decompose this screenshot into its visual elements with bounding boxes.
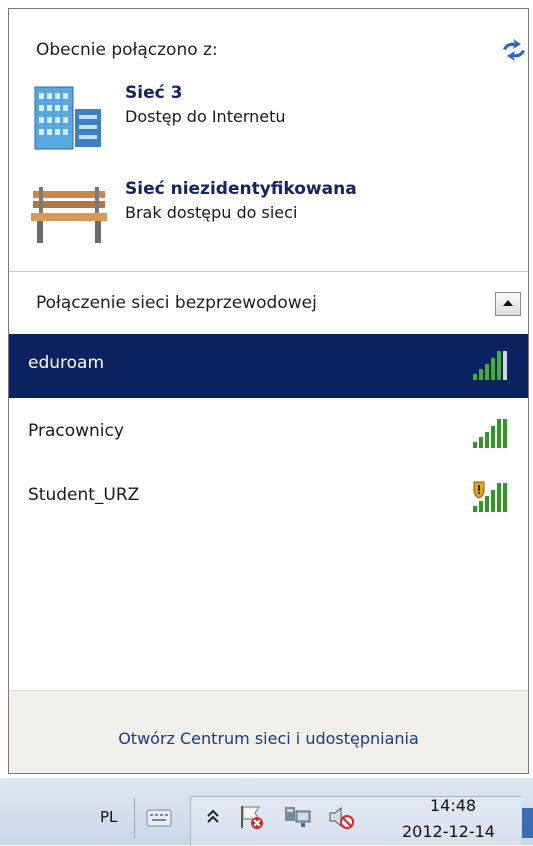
action-center-flag-error-icon[interactable] [237, 802, 267, 832]
domain-network-icon [34, 86, 101, 150]
network-flyout: Obecnie połączono z: Sieć 3 Dostęp do In… [8, 8, 529, 774]
network-status: Dostęp do Internetu [125, 107, 286, 126]
divider [134, 798, 135, 838]
wifi-name: Pracownicy [28, 421, 124, 441]
public-bench-network-icon [31, 187, 107, 243]
language-indicator[interactable]: PL [100, 808, 117, 826]
signal-strength-icon [473, 351, 507, 380]
refresh-arrows-icon[interactable] [499, 37, 529, 63]
wifi-item-eduroam[interactable]: eduroam [9, 334, 528, 398]
wifi-name: eduroam [28, 353, 105, 373]
keyboard-icon[interactable] [144, 802, 174, 832]
wireless-section-header: Połączenie sieci bezprzewodowej [36, 293, 317, 313]
open-network-center-link[interactable]: Otwórz Centrum sieci i udostępniania [9, 729, 528, 748]
network-monitor-icon[interactable] [282, 802, 312, 832]
wifi-name: Student_URZ [28, 485, 140, 505]
wifi-item-pracownicy[interactable]: Pracownicy [9, 402, 528, 466]
collapse-up-icon[interactable] [495, 292, 521, 316]
network-unidentified[interactable]: Sieć niezidentyfikowana Brak dostępu do … [29, 177, 489, 249]
volume-muted-icon[interactable] [326, 802, 356, 832]
wifi-item-student-urz[interactable]: Student_URZ [9, 466, 528, 530]
show-hidden-icons-chevron-icon[interactable] [198, 802, 228, 832]
network-name: Sieć 3 [125, 83, 183, 103]
divider [9, 271, 528, 272]
signal-strength-icon [473, 419, 507, 448]
taskbar: PL 14:48 2012-12-14 [0, 778, 533, 846]
currently-connected-label: Obecnie połączono z: [36, 40, 218, 60]
clock-date[interactable]: 2012-12-14 [402, 822, 495, 841]
clock-time[interactable]: 14:48 [430, 796, 476, 815]
network-status: Brak dostępu do sieci [125, 203, 298, 222]
network-sie-3[interactable]: Sieć 3 Dostęp do Internetu [29, 81, 489, 153]
network-name: Sieć niezidentyfikowana [125, 179, 357, 199]
show-desktop-button[interactable] [522, 808, 533, 838]
signal-strength-warning-icon [473, 481, 507, 512]
flyout-footer: Otwórz Centrum sieci i udostępniania [9, 690, 528, 773]
